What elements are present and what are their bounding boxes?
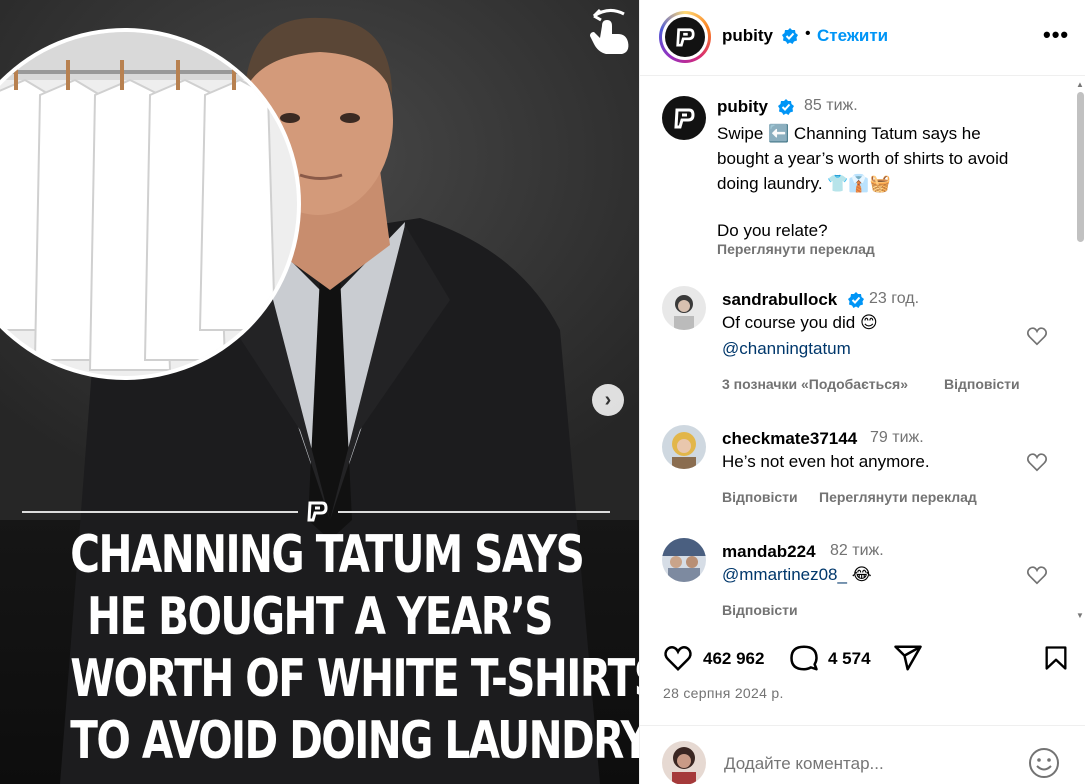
post-header: pubity • Стежити ••• [640,0,1085,76]
post-headline: CHANNING TATUM SAYS HE BOUGHT A YEAR’S W… [70,524,639,772]
headline-line: CHANNING TATUM SAYS [70,525,585,585]
divider [640,725,1085,726]
headline-line: TO AVOID DOING LAUNDRY [70,711,639,771]
like-heart-icon[interactable] [662,643,694,673]
commenter-username[interactable]: sandrabullock [722,290,837,310]
comment-text: Of course you did 😊 @channingtatum [722,310,878,362]
caption-question: Do you relate? [717,221,828,240]
post-side-panel: pubity • Стежити ••• pubity 85 тиж. Swip… [639,0,1085,784]
avatar-image [662,425,706,469]
comment-icon[interactable] [789,643,819,673]
current-user-avatar [662,741,706,784]
headline-divider-right [338,511,610,513]
comment-emoji: 😂 [851,565,872,584]
comment-timestamp[interactable]: 82 тиж. [830,542,884,560]
commenter-username[interactable]: checkmate37144 [722,429,857,449]
separator-dot: • [805,25,811,42]
reply-button[interactable]: Відповісти [944,376,1020,392]
comment-like-heart-icon[interactable] [1026,564,1048,586]
post-media[interactable]: › CHANNING TATUM SAYS HE BOUGHT A YEAR’S… [0,0,639,784]
verified-badge-icon [848,292,864,308]
comments-list[interactable]: pubity 85 тиж. Swipe ⬅️ Channing Tatum s… [640,77,1085,622]
headline-line: HE BOUGHT A YEAR’S [87,587,553,647]
pubity-logo-icon [674,108,695,129]
comment-timestamp[interactable]: 79 тиж. [870,429,924,447]
emoji-icon[interactable] [1027,746,1061,780]
next-slide-button[interactable]: › [592,384,624,416]
follow-button[interactable]: Стежити [817,26,888,46]
author-avatar[interactable] [659,11,711,63]
comment-text: He’s not even hot anymore. [722,452,930,471]
reply-button[interactable]: Відповісти [722,489,798,505]
more-options-icon[interactable]: ••• [1043,22,1069,48]
likes-count[interactable]: 462 962 [703,649,764,669]
caption-username[interactable]: pubity [717,97,768,117]
avatar-image [662,286,706,330]
comment-mention-link[interactable]: @mmartinez08_ [722,565,847,584]
chevron-right-icon: › [604,388,612,411]
scroll-up-arrow-icon[interactable]: ▲ [1076,80,1084,89]
caption-translate-link[interactable]: Переглянути переклад [717,241,875,257]
commenter-avatar[interactable] [662,538,706,582]
reply-button[interactable]: Відповісти [722,602,798,618]
scroll-down-arrow-icon[interactable]: ▼ [1076,611,1084,620]
comments-scrollbar[interactable]: ▲ ▼ [1074,80,1085,620]
headline-line: WORTH OF WHITE T-SHIRTS [70,649,639,709]
caption-line: bought a year’s worth of shirts to avoid [717,149,1009,168]
headline-divider-left [22,511,298,513]
caption-line: doing laundry. 👕👔🧺 [717,174,891,193]
swipe-hand-icon [590,8,629,54]
caption-author-avatar[interactable] [662,96,706,140]
bookmark-icon[interactable] [1042,643,1070,673]
post-viewer: › CHANNING TATUM SAYS HE BOUGHT A YEAR’S… [0,0,1085,784]
comment-mention-link[interactable]: @channingtatum [722,336,878,362]
author-username[interactable]: pubity [722,26,773,46]
comments-count[interactable]: 4 574 [828,649,871,669]
caption-line: Swipe ⬅️ Channing Tatum says he [717,124,981,143]
comment-likes-count[interactable]: 3 позначки «Подобається» [722,376,908,392]
comment-line: Of course you did 😊 [722,313,878,332]
commenter-avatar[interactable] [662,425,706,469]
pubity-logo-icon [307,501,328,522]
add-comment-input[interactable] [724,754,1014,774]
commenter-username[interactable]: mandab224 [722,542,816,562]
avatar-image [662,741,706,784]
comment-text: @mmartinez08_ 😂 [722,562,872,588]
commenter-avatar[interactable] [662,286,706,330]
comment-like-heart-icon[interactable] [1026,451,1048,473]
scrollbar-thumb[interactable] [1077,92,1084,242]
comment-translate-link[interactable]: Переглянути переклад [819,489,977,505]
verified-badge-icon [782,28,798,44]
post-date[interactable]: 28 серпня 2024 р. [663,685,784,701]
avatar-image [662,538,706,582]
caption-timestamp[interactable]: 85 тиж. [804,97,858,115]
verified-badge-icon [778,99,794,115]
post-actions-bar: 462 962 4 574 [640,630,1085,680]
comment-like-heart-icon[interactable] [1026,325,1048,347]
caption-text: Swipe ⬅️ Channing Tatum says he bought a… [717,121,1057,243]
pubity-logo-icon [676,28,695,47]
share-icon[interactable] [892,643,924,673]
comment-timestamp[interactable]: 23 год. [869,290,919,308]
